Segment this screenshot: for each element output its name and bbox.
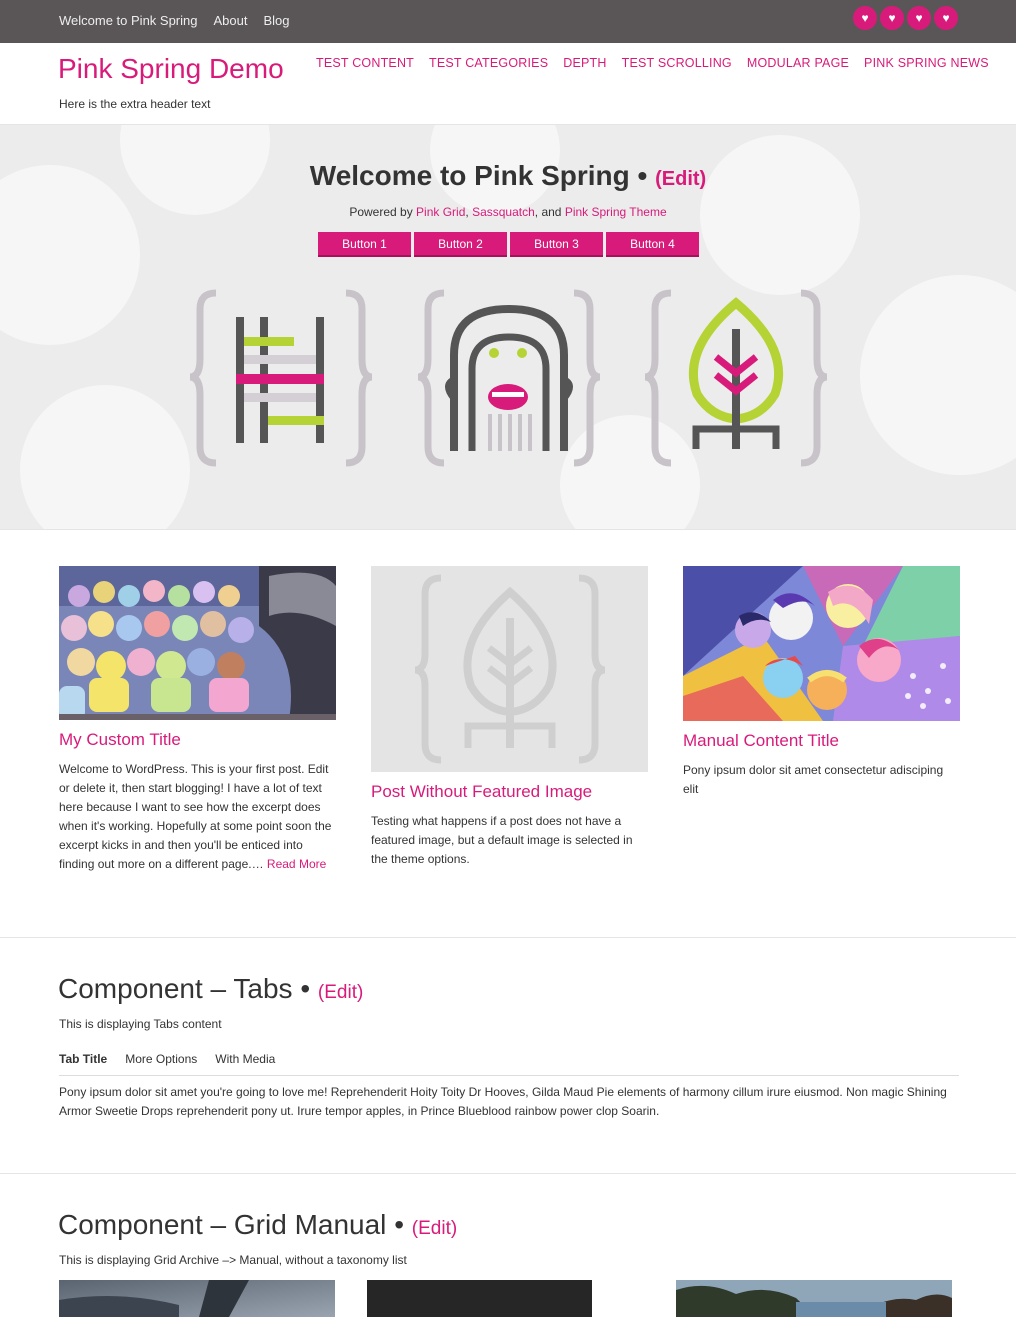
bokeh-decoration xyxy=(0,165,140,345)
hero-title: Welcome to Pink Spring • (Edit) xyxy=(0,160,1016,192)
hero-powered-by: Powered by Pink Grid, Sassquatch, and Pi… xyxy=(0,205,1016,219)
post-card: My Custom Title Welcome to WordPress. Th… xyxy=(59,566,336,874)
heart-icon[interactable]: ♥ xyxy=(934,6,958,30)
site-description: Here is the extra header text xyxy=(59,97,211,111)
tabs-section-title: Component – Tabs • (Edit) xyxy=(58,973,363,1005)
title-bullet: • xyxy=(394,1209,404,1240)
hero-button-2[interactable]: Button 2 xyxy=(414,232,507,257)
read-more-link[interactable]: Read More xyxy=(267,857,326,871)
grid-thumbnail-storm[interactable] xyxy=(59,1280,335,1317)
post-excerpt: Pony ipsum dolor sit amet consectetur ad… xyxy=(683,763,944,796)
top-link-welcome[interactable]: Welcome to Pink Spring xyxy=(59,13,198,28)
hero-buttons: Button 1 Button 2 Button 3 Button 4 xyxy=(318,232,699,257)
heart-icon[interactable]: ♥ xyxy=(853,6,877,30)
hero-section: Welcome to Pink Spring • (Edit) Powered … xyxy=(0,125,1016,530)
tab-bar-divider xyxy=(59,1075,959,1076)
pink-grid-link[interactable]: Pink Grid xyxy=(416,205,465,219)
grid-section-title: Component – Grid Manual • (Edit) xyxy=(58,1209,457,1241)
hero-button-4[interactable]: Button 4 xyxy=(606,232,699,257)
tabs-section-title-text: Component – Tabs xyxy=(58,973,293,1004)
nav-item-pink-spring-news[interactable]: PINK SPRING NEWS xyxy=(864,56,989,70)
hero-title-bullet: • xyxy=(637,160,648,191)
tab-with-media[interactable]: With Media xyxy=(215,1052,275,1066)
nav-item-test-content[interactable]: TEST CONTENT xyxy=(316,56,414,70)
heart-icon[interactable]: ♥ xyxy=(907,6,931,30)
powered-by-sep: , and xyxy=(534,205,565,219)
tabs-section-description: This is displaying Tabs content xyxy=(59,1017,222,1031)
post-thumbnail-default[interactable] xyxy=(371,566,648,772)
hero-title-text: Welcome to Pink Spring xyxy=(309,160,630,191)
tab-panel-content: Pony ipsum dolor sit amet you're going t… xyxy=(59,1085,947,1118)
post-excerpt-text: Welcome to WordPress. This is your first… xyxy=(59,762,332,871)
title-bullet: • xyxy=(300,973,311,1004)
post-card: Post Without Featured Image Testing what… xyxy=(371,566,648,869)
nav-item-modular-page[interactable]: MODULAR PAGE xyxy=(747,56,849,70)
post-excerpt: Welcome to WordPress. This is your first… xyxy=(59,760,336,874)
post-title[interactable]: My Custom Title xyxy=(59,730,336,750)
hero-button-1[interactable]: Button 1 xyxy=(318,232,411,257)
main-nav: TEST CONTENT TEST CATEGORIES DEPTH TEST … xyxy=(316,56,989,70)
top-link-about[interactable]: About xyxy=(214,13,248,28)
hero-button-3[interactable]: Button 3 xyxy=(510,232,603,257)
tree-logo-icon xyxy=(644,289,828,467)
tab-more-options[interactable]: More Options xyxy=(125,1052,197,1066)
nav-item-depth[interactable]: DEPTH xyxy=(563,56,606,70)
hero-edit-link[interactable]: (Edit) xyxy=(655,168,706,190)
grid-section-title-text: Component – Grid Manual xyxy=(58,1209,387,1240)
heart-icon[interactable]: ♥ xyxy=(880,6,904,30)
post-card: Manual Content Title Pony ipsum dolor si… xyxy=(683,566,960,799)
social-icons: ♥ ♥ ♥ ♥ xyxy=(853,6,958,30)
section-divider xyxy=(0,1173,1016,1174)
top-link-blog[interactable]: Blog xyxy=(263,13,289,28)
top-links: Welcome to Pink Spring About Blog xyxy=(59,13,290,28)
sasquatch-logo-icon xyxy=(417,289,601,467)
tab-bar: Tab Title More Options With Media xyxy=(59,1052,275,1066)
hero-logos-illustration xyxy=(189,289,828,467)
grid-thumbnail-coast[interactable] xyxy=(676,1280,952,1317)
grid-thumbnail-dark[interactable] xyxy=(367,1280,592,1317)
post-title[interactable]: Post Without Featured Image xyxy=(371,782,648,802)
site-title[interactable]: Pink Spring Demo xyxy=(58,53,284,85)
post-thumbnail-ponies-group[interactable] xyxy=(683,566,960,721)
pink-spring-theme-link[interactable]: Pink Spring Theme xyxy=(565,205,667,219)
bokeh-decoration xyxy=(20,385,190,530)
ladder-logo-icon xyxy=(189,289,373,467)
post-title[interactable]: Manual Content Title xyxy=(683,731,960,751)
section-divider xyxy=(0,937,1016,938)
hero-divider xyxy=(0,529,1016,530)
grid-section-description: This is displaying Grid Archive –> Manua… xyxy=(59,1253,407,1267)
powered-by-prefix: Powered by xyxy=(349,205,417,219)
tabs-edit-link[interactable]: (Edit) xyxy=(318,982,363,1003)
post-excerpt: Testing what happens if a post does not … xyxy=(371,814,633,866)
bokeh-decoration xyxy=(860,275,1016,475)
grid-edit-link[interactable]: (Edit) xyxy=(412,1218,457,1239)
sassquatch-link[interactable]: Sassquatch xyxy=(472,205,535,219)
tab-tab-title[interactable]: Tab Title xyxy=(59,1052,107,1066)
top-bar: Welcome to Pink Spring About Blog ♥ ♥ ♥ … xyxy=(0,0,1016,43)
post-thumbnail-ponies-crowd[interactable] xyxy=(59,566,336,720)
nav-item-test-scrolling[interactable]: TEST SCROLLING xyxy=(622,56,732,70)
nav-item-test-categories[interactable]: TEST CATEGORIES xyxy=(429,56,548,70)
